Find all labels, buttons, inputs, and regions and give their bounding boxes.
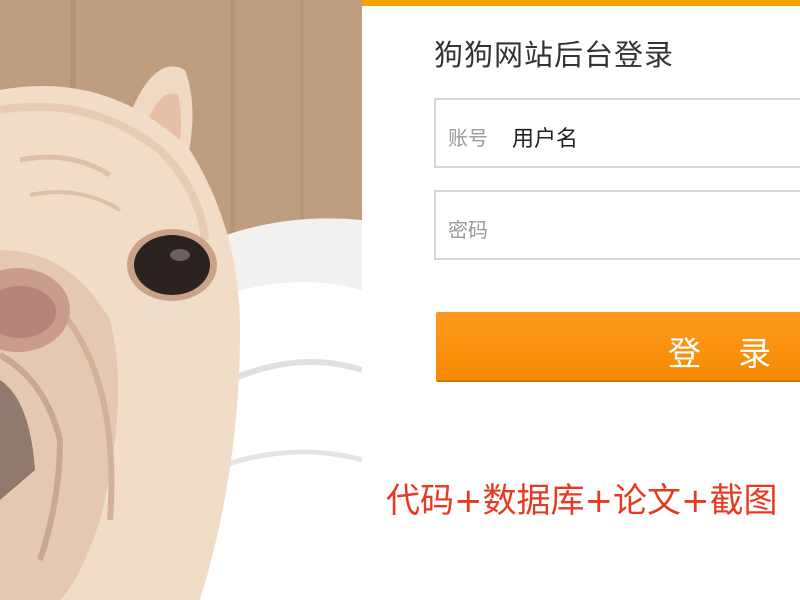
password-field[interactable]: 密码: [434, 190, 800, 260]
username-field[interactable]: 账号 用户名: [434, 98, 800, 168]
username-input[interactable]: 用户名: [512, 121, 578, 153]
page-title: 狗狗网站后台登录: [434, 38, 675, 72]
password-label: 密码: [448, 218, 488, 242]
dog-photo: [0, 0, 362, 600]
login-button-label: 登 录: [668, 335, 786, 372]
username-label: 账号: [448, 126, 488, 150]
login-panel: 狗狗网站后台登录 账号 用户名 密码 登 录 代码+数据库+论文+截图: [362, 0, 800, 600]
login-button[interactable]: 登 录: [436, 312, 800, 380]
promo-text: 代码+数据库+论文+截图: [386, 481, 778, 521]
login-page: 狗狗网站后台登录 账号 用户名 密码 登 录 代码+数据库+论文+截图: [0, 0, 800, 600]
top-accent-bar: [362, 0, 800, 6]
dog-illustration: [0, 0, 362, 600]
